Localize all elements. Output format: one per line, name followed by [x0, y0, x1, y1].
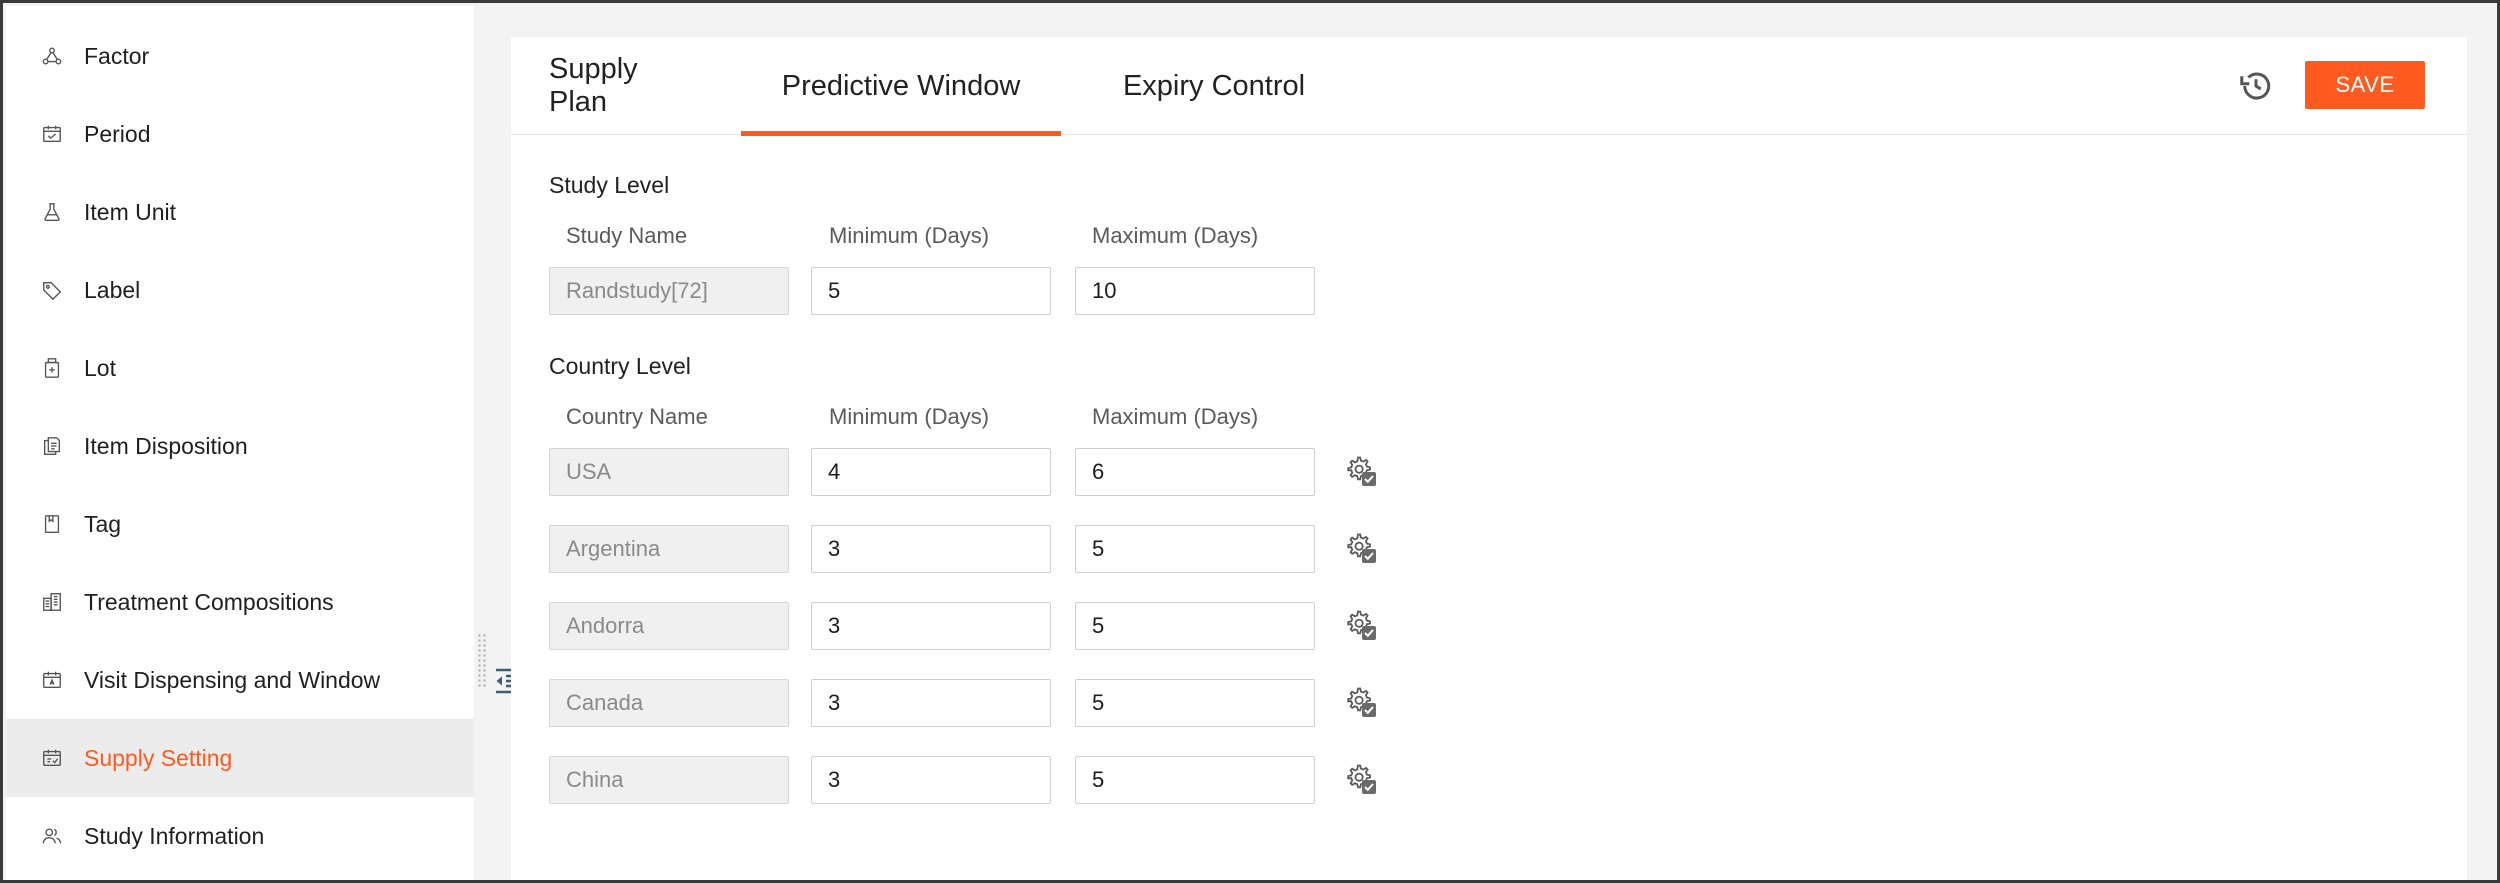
sidebar-item-period[interactable]: Period: [6, 95, 474, 173]
sidebar-item-label: Period: [84, 120, 151, 147]
sidebar-item-item-disposition[interactable]: Item Disposition: [6, 407, 474, 485]
sidebar-item-label: Factor: [84, 42, 150, 69]
country-min-days-input[interactable]: [811, 602, 1051, 650]
study-min-column-label: Minimum (Days): [829, 223, 990, 248]
calendar-person-icon: [40, 668, 64, 692]
country-max-days-input[interactable]: [1075, 602, 1315, 650]
country-name-field: [549, 525, 789, 573]
country-name-field: [549, 448, 789, 496]
sidebar-item-label: Study Information: [84, 822, 265, 849]
country-max-column-label: Maximum (Days): [1092, 404, 1259, 429]
country-settings-button[interactable]: [1343, 684, 1379, 720]
sidebar-item-visit-dispensing[interactable]: Visit Dispensing and Window: [6, 641, 474, 719]
country-max-days-input[interactable]: [1075, 448, 1315, 496]
country-settings-button[interactable]: [1343, 453, 1379, 489]
tab-predictive-window[interactable]: Predictive Window: [741, 37, 1061, 136]
country-min-days-input[interactable]: [811, 756, 1051, 804]
country-min-days-input[interactable]: [811, 448, 1051, 496]
gear-check-icon: [1347, 687, 1377, 718]
country-settings-button[interactable]: [1343, 607, 1379, 643]
country-name-field: [549, 679, 789, 727]
building-icon: [40, 590, 64, 614]
bottle-icon: [40, 356, 64, 380]
history-icon: [2240, 72, 2271, 100]
sidebar-item-treatment-compositions[interactable]: Treatment Compositions: [6, 563, 474, 641]
study-max-days-input[interactable]: [1075, 267, 1315, 315]
factor-icon: [40, 44, 64, 68]
study-min-days-input[interactable]: [811, 267, 1051, 315]
gear-check-icon: [1347, 610, 1377, 641]
gear-check-icon: [1347, 456, 1377, 487]
calendar-icon: [40, 122, 64, 146]
tab-label: Predictive Window: [781, 69, 1021, 102]
history-button[interactable]: [2235, 65, 2277, 107]
country-min-days-input[interactable]: [811, 525, 1051, 573]
tab-label: Expiry Control: [1122, 69, 1306, 102]
sidebar-item-factor[interactable]: Factor: [6, 17, 474, 95]
study-level-heading: Study Level: [549, 172, 670, 198]
study-name-field: [549, 267, 789, 315]
tab-expiry-control[interactable]: Expiry Control: [1097, 37, 1331, 135]
sidebar-item-item-unit[interactable]: Item Unit: [6, 173, 474, 251]
country-name-column-label: Country Name: [566, 404, 708, 429]
app-window: Factor Period Item Unit Label Lot Item D…: [0, 0, 2500, 883]
bookmark-icon: [40, 512, 64, 536]
country-max-days-input[interactable]: [1075, 525, 1315, 573]
tab-label: Supply Plan: [549, 53, 638, 118]
sidebar-item-label: Treatment Compositions: [84, 588, 334, 615]
flask-icon: [40, 200, 64, 224]
main-panel: Supply Plan Predictive Window Expiry Con…: [511, 37, 2467, 880]
sidebar-item-study-information[interactable]: Study Information: [6, 797, 474, 875]
people-icon: [40, 824, 64, 848]
save-button[interactable]: SAVE: [2305, 61, 2425, 109]
sidebar-item-supply-setting[interactable]: Supply Setting: [6, 719, 474, 797]
sidebar-item-label: Visit Dispensing and Window: [84, 666, 381, 693]
tab-bar: Supply Plan Predictive Window Expiry Con…: [511, 37, 2467, 136]
study-max-column-label: Maximum (Days): [1092, 223, 1259, 248]
sidebar-item-label: Supply Setting: [84, 744, 233, 771]
country-settings-button[interactable]: [1343, 530, 1379, 566]
sidebar: Factor Period Item Unit Label Lot Item D…: [6, 6, 474, 880]
sidebar-item-tag[interactable]: Tag: [6, 485, 474, 563]
tag-label-icon: [40, 278, 64, 302]
sidebar-item-label-nav[interactable]: Label: [6, 251, 474, 329]
country-max-days-input[interactable]: [1075, 679, 1315, 727]
country-settings-button[interactable]: [1343, 761, 1379, 797]
country-name-field: [549, 602, 789, 650]
country-level-heading: Country Level: [549, 353, 691, 379]
documents-icon: [40, 434, 64, 458]
country-name-field: [549, 756, 789, 804]
sidebar-item-label: Item Unit: [84, 198, 177, 225]
sidebar-item-label: Item Disposition: [84, 432, 248, 459]
study-name-column-label: Study Name: [566, 223, 688, 248]
sidebar-item-label: Label: [84, 276, 141, 303]
sidebar-item-label: Tag: [84, 510, 122, 537]
sidebar-item-lot[interactable]: Lot: [6, 329, 474, 407]
country-min-days-input[interactable]: [811, 679, 1051, 727]
country-min-column-label: Minimum (Days): [829, 404, 990, 429]
gear-check-icon: [1347, 764, 1377, 795]
country-max-days-input[interactable]: [1075, 756, 1315, 804]
gear-check-icon: [1347, 533, 1377, 564]
sidebar-item-label: Lot: [84, 354, 116, 381]
tab-supply-plan[interactable]: Supply Plan: [549, 37, 703, 135]
resize-handle[interactable]: [477, 633, 487, 689]
calendar-check-icon: [40, 746, 64, 770]
